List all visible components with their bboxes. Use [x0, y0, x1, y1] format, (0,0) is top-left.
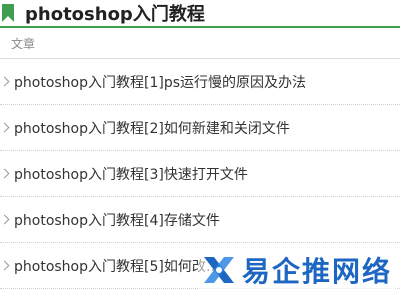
chevron-right-icon — [0, 168, 10, 178]
chevron-right-icon — [0, 122, 10, 132]
page-title: photoshop入门教程 — [25, 4, 205, 25]
article-link[interactable]: photoshop入门教程[1]ps运行慢的原因及办法 — [14, 72, 306, 92]
section-label: 文章 — [0, 28, 400, 59]
article-link[interactable]: photoshop入门教程[2]如何新建和关闭文件 — [14, 118, 290, 138]
bookmark-icon — [1, 2, 17, 24]
watermark: 易企推网络 — [197, 248, 396, 292]
chevron-right-icon — [0, 214, 10, 224]
chevron-right-icon — [0, 76, 10, 86]
watermark-text: 易企推网络 — [241, 255, 392, 288]
page: photoshop入门教程 文章 photoshop入门教程[1]ps运行慢的原… — [0, 0, 400, 300]
article-link[interactable]: photoshop入门教程[4]存储文件 — [14, 210, 220, 230]
list-item[interactable]: photoshop入门教程[3]快速打开文件 — [0, 151, 400, 197]
chevron-right-icon — [0, 260, 10, 270]
list-item[interactable]: photoshop入门教程[2]如何新建和关闭文件 — [0, 105, 400, 151]
article-link[interactable]: photoshop入门教程[3]快速打开文件 — [14, 164, 248, 184]
list-item[interactable]: photoshop入门教程[4]存储文件 — [0, 197, 400, 243]
page-header: photoshop入门教程 — [0, 0, 400, 28]
article-link[interactable]: photoshop入门教程[5]如何改… — [14, 256, 220, 276]
list-item[interactable]: photoshop入门教程[1]ps运行慢的原因及办法 — [0, 59, 400, 105]
x-logo-icon — [200, 251, 238, 289]
